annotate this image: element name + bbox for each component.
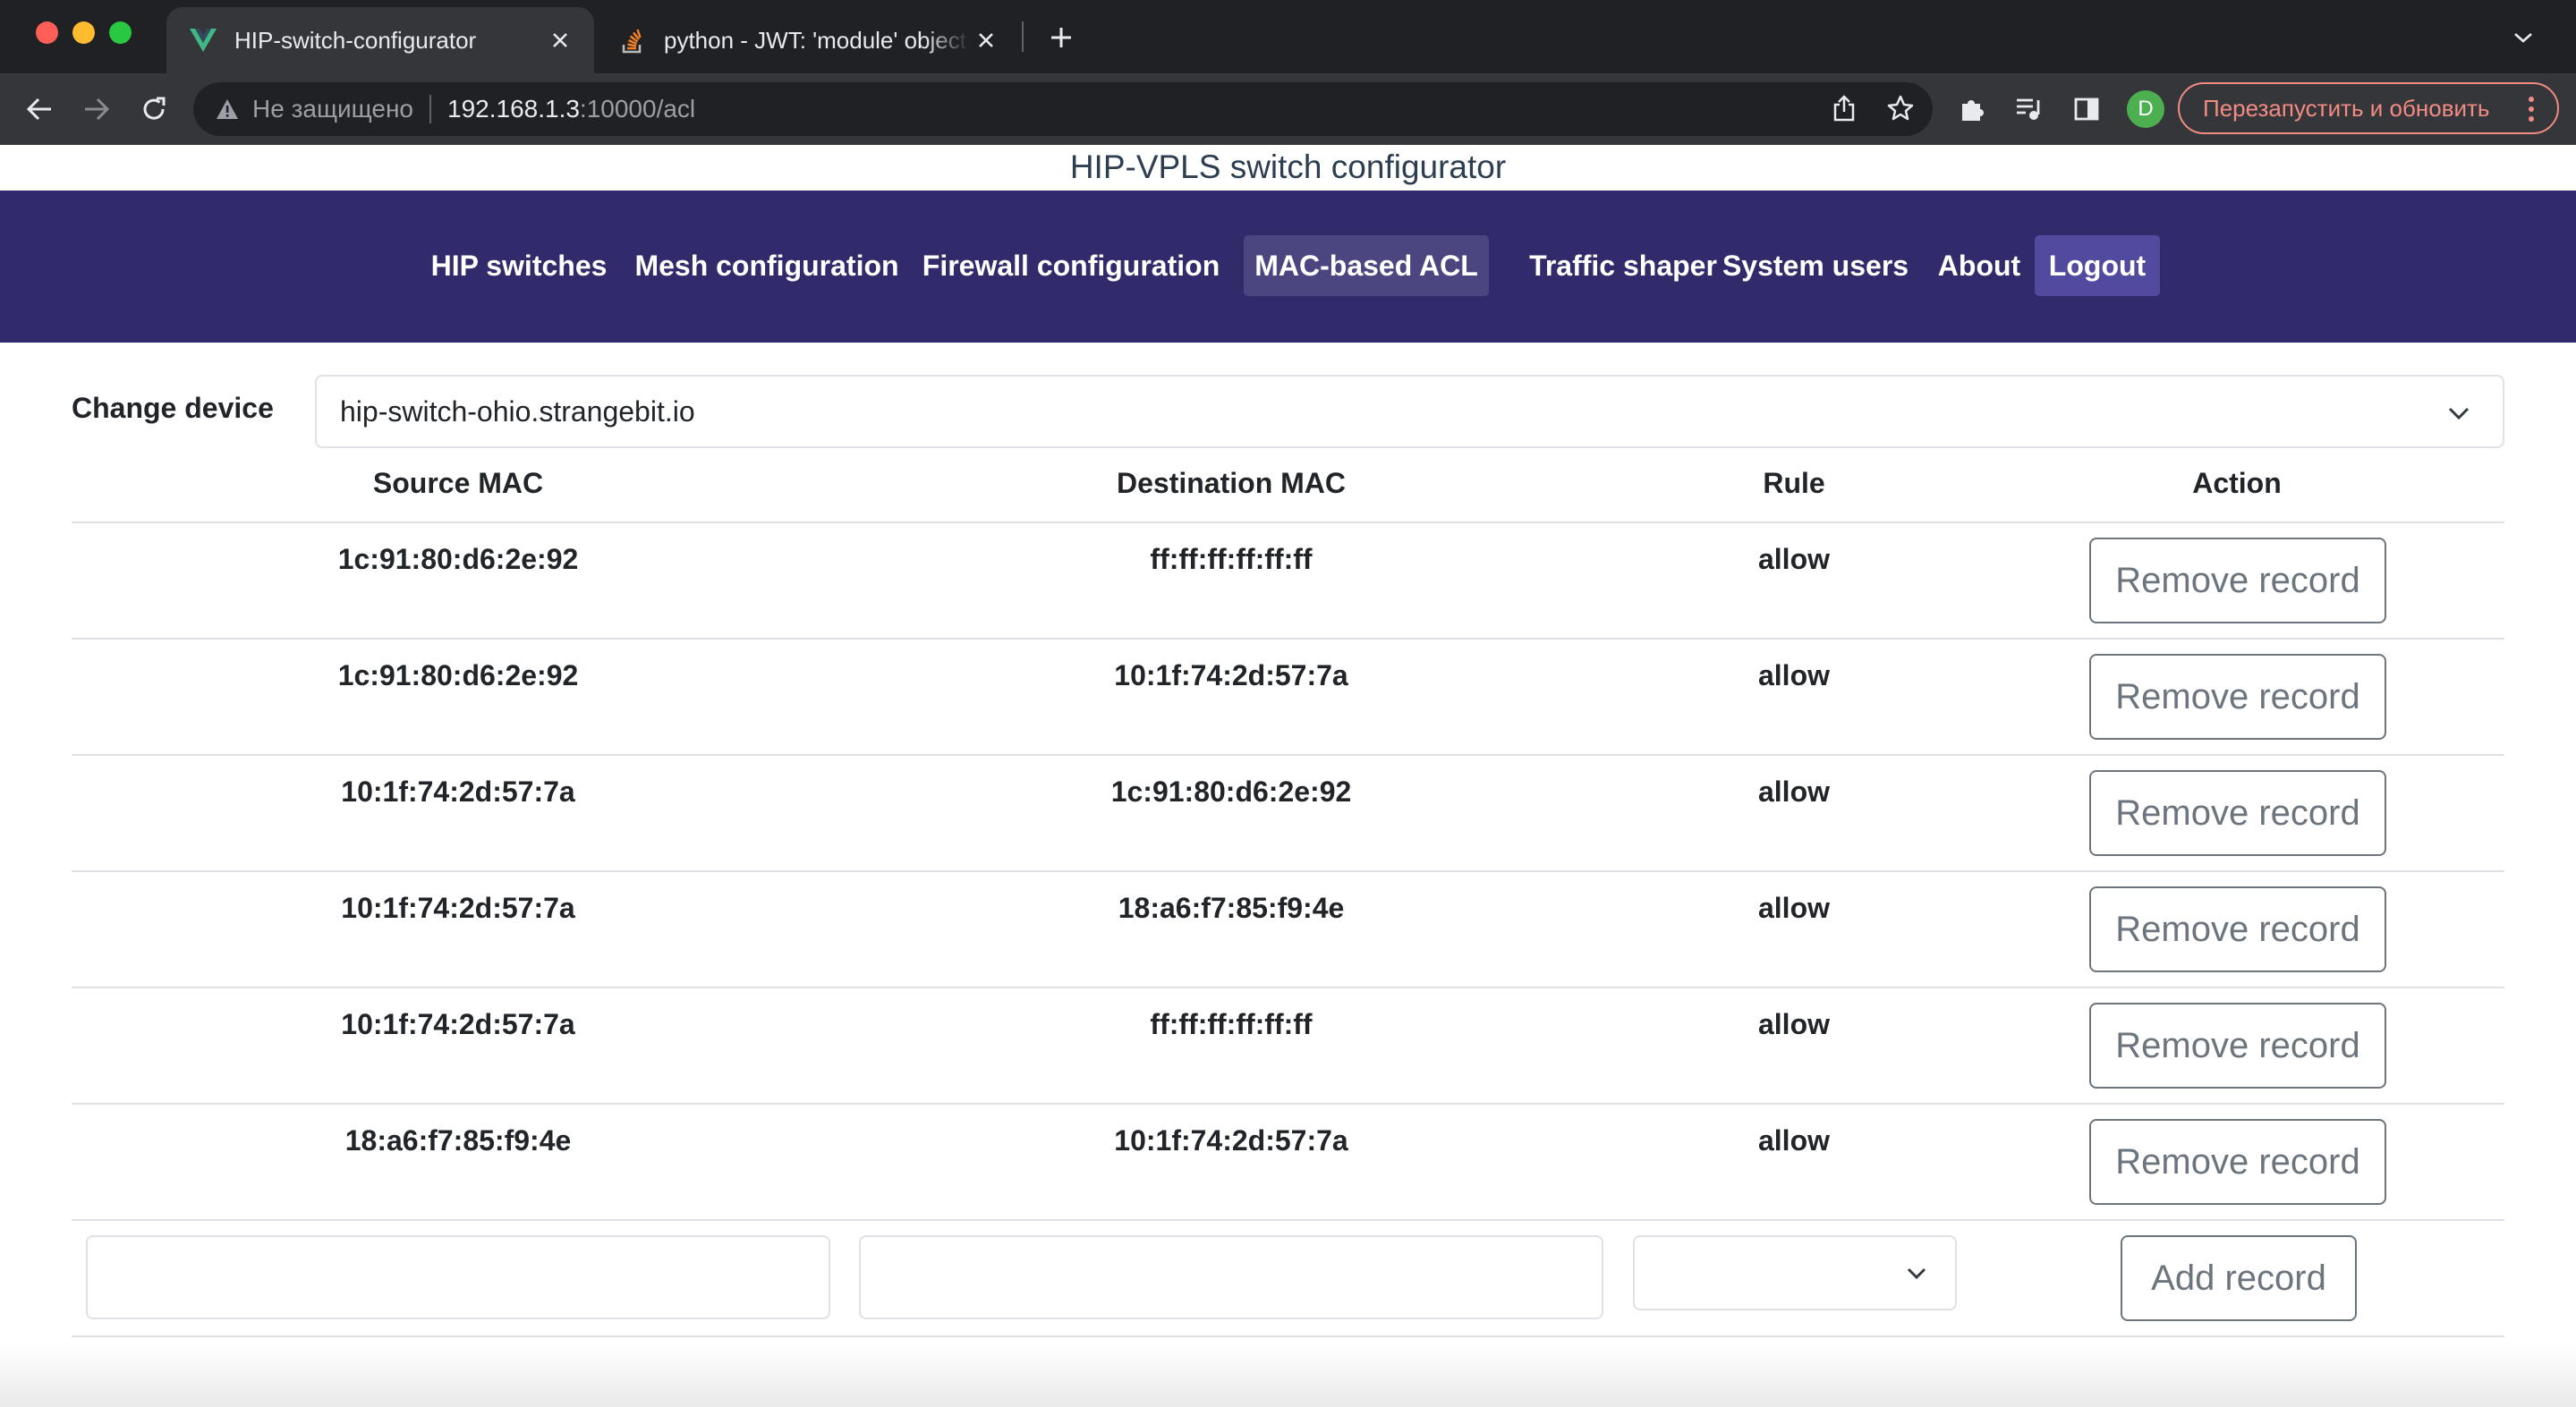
nav-mac-based-acl[interactable]: MAC-based ACL: [1244, 235, 1489, 296]
address-bar[interactable]: Не защищено 192.168.1.3:10000/acl: [193, 82, 1933, 136]
tab-hip-switch-configurator[interactable]: HIP-switch-configurator: [166, 7, 594, 73]
tab-search-chevron-icon[interactable]: [2505, 20, 2541, 55]
back-arrow-icon[interactable]: [20, 89, 59, 129]
not-secure-warning-icon[interactable]: [213, 95, 242, 123]
close-tab-icon[interactable]: [970, 24, 1002, 56]
stackoverflow-icon: [617, 25, 648, 55]
bookmark-star-icon[interactable]: [1885, 93, 1916, 123]
media-control-icon[interactable]: [2010, 89, 2049, 129]
url-host: 192.168.1.3: [447, 95, 580, 123]
tab-title: python - JWT: 'module' object has no att…: [664, 26, 970, 54]
share-icon[interactable]: [1829, 93, 1859, 123]
new-source-mac-input[interactable]: [86, 1235, 830, 1319]
row-3-destination-mac: 1c:91:80:d6:2e:92: [1110, 776, 1352, 808]
nav-system-users[interactable]: System users: [1714, 235, 1917, 296]
remove-record-button[interactable]: Remove record: [2089, 654, 2386, 740]
row-4-source-mac: 10:1f:74:2d:57:7a: [341, 892, 575, 924]
column-header-source-mac: Source MAC: [372, 467, 544, 499]
browser-tab-bar: HIP-switch-configurator python - JWT: 'm…: [0, 0, 2576, 73]
relaunch-label: Перезапустить и обновить: [2203, 94, 2490, 122]
row-3-rule: allow: [1757, 776, 1830, 808]
url-path: :10000/acl: [579, 95, 696, 123]
new-destination-mac-input[interactable]: [859, 1235, 1603, 1319]
row-4-rule: allow: [1757, 892, 1830, 924]
table-divider: [72, 754, 2504, 756]
main-navbar: HIP switches Mesh configuration Firewall…: [0, 191, 2576, 343]
browser-toolbar: Не защищено 192.168.1.3:10000/acl D Пере…: [0, 73, 2576, 145]
device-select[interactable]: hip-switch-ohio.strangebit.io: [315, 375, 2504, 448]
remove-record-button[interactable]: Remove record: [2089, 886, 2386, 972]
table-divider: [72, 1335, 2504, 1337]
table-divider: [72, 1219, 2504, 1221]
nav-about[interactable]: About: [1929, 235, 2029, 296]
row-4-destination-mac: 18:a6:f7:85:f9:4e: [1118, 892, 1345, 924]
nav-mesh-configuration[interactable]: Mesh configuration: [626, 235, 907, 296]
nav-firewall-configuration[interactable]: Firewall configuration: [916, 235, 1226, 296]
column-header-destination-mac: Destination MAC: [1117, 467, 1346, 499]
extensions-puzzle-icon[interactable]: [1952, 89, 1992, 129]
row-5-source-mac: 10:1f:74:2d:57:7a: [341, 1008, 575, 1040]
reload-icon[interactable]: [134, 89, 174, 129]
close-tab-icon[interactable]: [544, 24, 576, 56]
vue-logo-icon: [188, 25, 218, 55]
forward-arrow-icon[interactable]: [77, 89, 116, 129]
row-1-source-mac: 1c:91:80:d6:2e:92: [337, 543, 579, 575]
change-device-label: Change device: [72, 392, 274, 424]
remove-record-button[interactable]: Remove record: [2089, 770, 2386, 856]
add-record-button[interactable]: Add record: [2121, 1235, 2357, 1321]
table-divider: [72, 1103, 2504, 1105]
remove-record-button[interactable]: Remove record: [2089, 1119, 2386, 1205]
row-1-rule: allow: [1757, 543, 1830, 575]
table-divider: [72, 987, 2504, 988]
row-5-rule: allow: [1757, 1008, 1830, 1040]
remove-record-button[interactable]: Remove record: [2089, 538, 2386, 623]
tab-stackoverflow[interactable]: python - JWT: 'module' object has no att…: [608, 7, 1020, 73]
new-rule-select[interactable]: [1633, 1235, 1957, 1310]
more-menu-icon[interactable]: [2518, 93, 2545, 125]
window-minimize-button[interactable]: [72, 21, 95, 44]
nav-logout[interactable]: Logout: [2035, 235, 2160, 296]
window-zoom-button[interactable]: [109, 21, 132, 44]
chevron-down-icon: [2444, 398, 2474, 428]
row-6-destination-mac: 10:1f:74:2d:57:7a: [1114, 1124, 1348, 1157]
security-status-label: Не защищено: [252, 95, 413, 123]
nav-hip-switches[interactable]: HIP switches: [421, 235, 617, 296]
tab-title: HIP-switch-configurator: [234, 26, 477, 54]
relaunch-update-button[interactable]: Перезапустить и обновить: [2178, 82, 2559, 134]
page-bottom-shadow: [0, 1342, 2576, 1407]
chevron-down-icon: [1901, 1259, 1932, 1289]
page-title: HIP-VPLS switch configurator: [1069, 148, 1507, 185]
column-header-action: Action: [2192, 467, 2282, 499]
nav-traffic-shaper[interactable]: Traffic shaper: [1498, 235, 1748, 296]
table-divider: [72, 638, 2504, 640]
new-tab-plus-icon[interactable]: [1043, 20, 1079, 55]
row-2-destination-mac: 10:1f:74:2d:57:7a: [1114, 659, 1348, 691]
device-selected-value: hip-switch-ohio.strangebit.io: [340, 394, 695, 428]
tab-divider: [1022, 21, 1024, 52]
table-divider: [72, 521, 2504, 523]
row-1-destination-mac: ff:ff:ff:ff:ff:ff: [1150, 543, 1313, 575]
address-divider: [429, 95, 431, 123]
column-header-rule: Rule: [1763, 467, 1825, 499]
row-6-rule: allow: [1757, 1124, 1830, 1157]
remove-record-button[interactable]: Remove record: [2089, 1003, 2386, 1089]
row-2-source-mac: 1c:91:80:d6:2e:92: [337, 659, 579, 691]
side-panel-icon[interactable]: [2067, 89, 2106, 129]
profile-avatar[interactable]: D: [2127, 90, 2164, 128]
table-divider: [72, 870, 2504, 872]
row-3-source-mac: 10:1f:74:2d:57:7a: [341, 776, 575, 808]
row-2-rule: allow: [1757, 659, 1830, 691]
window-close-button[interactable]: [36, 21, 58, 44]
row-6-source-mac: 18:a6:f7:85:f9:4e: [344, 1124, 572, 1157]
row-5-destination-mac: ff:ff:ff:ff:ff:ff: [1150, 1008, 1313, 1040]
